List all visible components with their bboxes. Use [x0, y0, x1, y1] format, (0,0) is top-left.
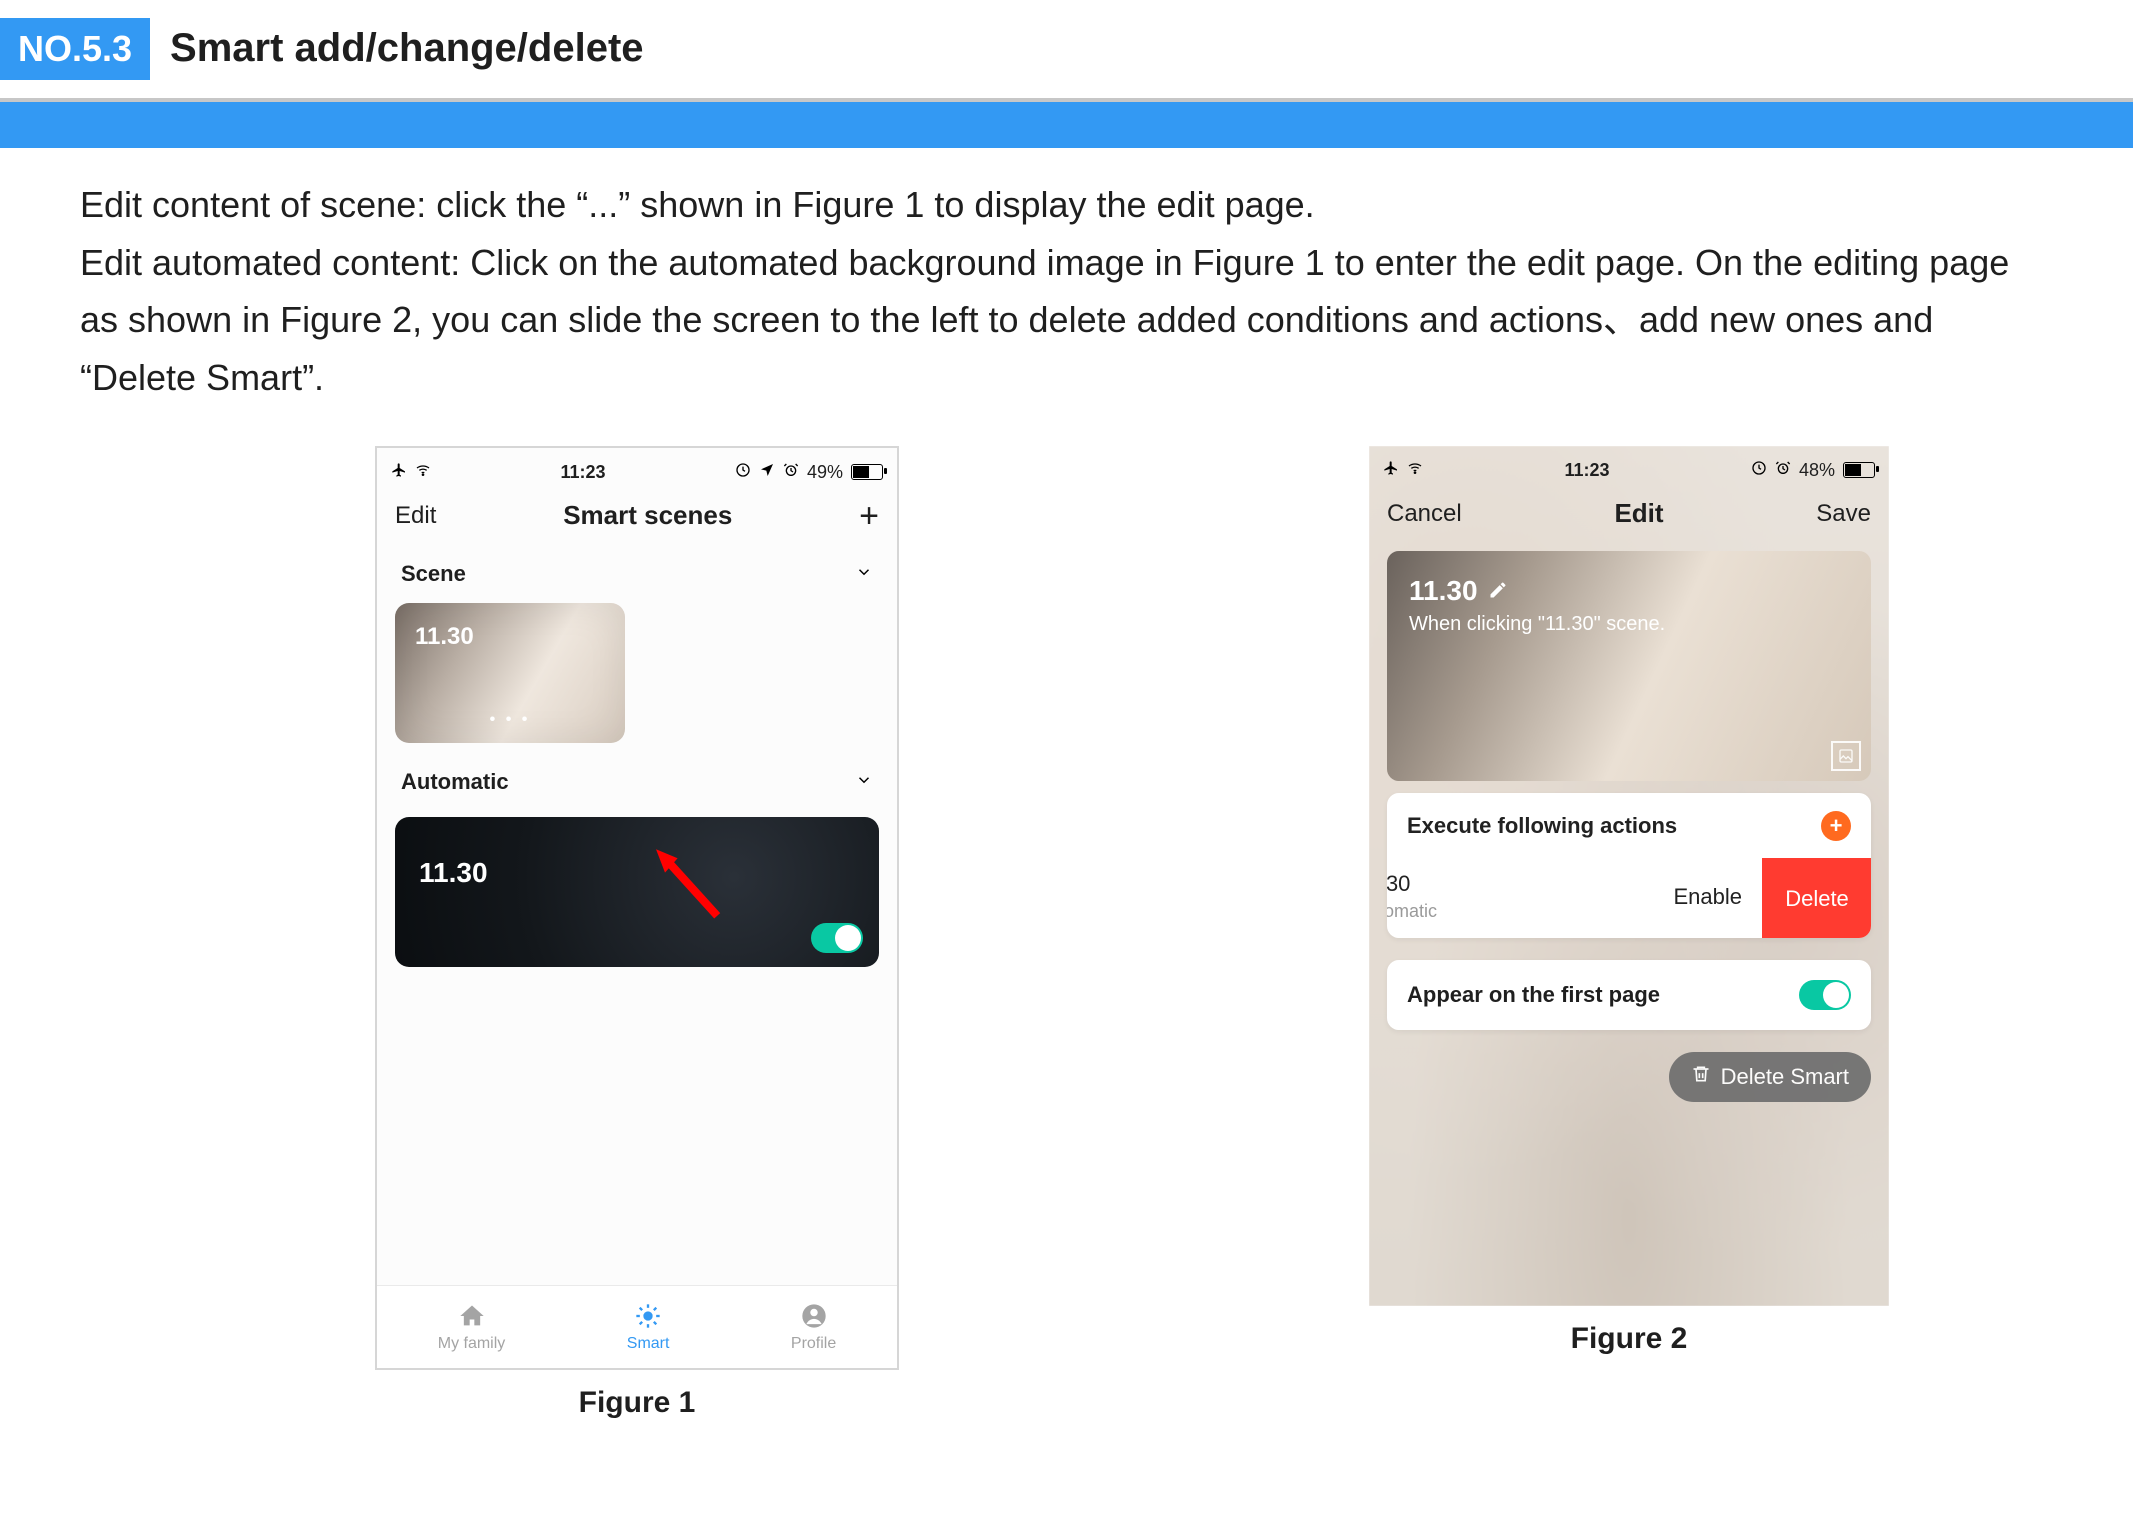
execute-actions-label: Execute following actions [1407, 813, 1677, 839]
figure-1-caption: Figure 1 [579, 1386, 696, 1420]
scene-name: 11.30 [1409, 575, 1478, 607]
home-icon [457, 1301, 487, 1331]
wifi-icon [1407, 460, 1423, 481]
profile-icon [799, 1301, 829, 1331]
chevron-down-icon[interactable] [855, 769, 873, 795]
delete-action-button[interactable]: Delete [1762, 858, 1871, 938]
tab-label: Smart [627, 1335, 670, 1353]
body-paragraph-2: Edit automated content: Click on the aut… [80, 234, 2053, 407]
tab-smart[interactable]: Smart [627, 1301, 670, 1353]
scene-name-row[interactable]: 11.30 [1409, 575, 1508, 607]
image-edit-icon[interactable] [1831, 741, 1861, 771]
figure-2: 11:23 48% [1369, 446, 1889, 1420]
cancel-button[interactable]: Cancel [1387, 500, 1462, 528]
scene-card[interactable]: 11.30 • • • [395, 603, 625, 743]
status-bar: 11:23 48% [1369, 446, 1889, 488]
trash-icon [1691, 1064, 1711, 1090]
airplane-icon [1383, 460, 1399, 481]
body-paragraph-1: Edit content of scene: click the “...” s… [80, 176, 2053, 234]
status-time: 11:23 [1564, 460, 1609, 481]
orientation-lock-icon [1751, 460, 1767, 481]
tab-profile[interactable]: Profile [791, 1301, 836, 1353]
add-action-button[interactable]: + [1821, 811, 1851, 841]
smart-icon [633, 1301, 663, 1331]
action-enable-label: Enable [1673, 884, 1742, 910]
phone-nav: Cancel Edit Save [1369, 488, 1889, 543]
appear-first-page-toggle[interactable] [1799, 980, 1851, 1010]
pencil-icon[interactable] [1488, 575, 1508, 607]
appear-first-page-card: Appear on the first page [1387, 960, 1871, 1030]
scene-hero-card[interactable]: 11.30 When clicking "11.30" scene. [1387, 551, 1871, 781]
scene-more-button[interactable]: • • • [490, 711, 531, 729]
status-time: 11:23 [560, 462, 605, 483]
battery-icon [851, 464, 883, 480]
section-badge: NO.5.3 [0, 18, 150, 80]
tab-bar: My family Smart Profile [377, 1285, 897, 1368]
tab-label: Profile [791, 1335, 836, 1353]
figure-2-caption: Figure 2 [1571, 1322, 1688, 1356]
battery-percent: 49% [807, 462, 843, 483]
nav-edit-button[interactable]: Edit [395, 502, 436, 530]
phone-2-frame: 11:23 48% [1369, 446, 1889, 1306]
battery-percent: 48% [1799, 460, 1835, 481]
action-subtitle: Automatic [1387, 901, 1437, 922]
save-button[interactable]: Save [1816, 500, 1871, 528]
scene-subtitle: When clicking "11.30" scene. [1409, 613, 1665, 636]
status-bar: 11:23 49% [377, 448, 897, 490]
nav-title: Edit [1614, 498, 1663, 529]
nav-title: Smart scenes [563, 500, 732, 531]
header-divider-bar [0, 98, 2133, 148]
phone-1-frame: 11:23 49% [375, 446, 899, 1370]
action-row[interactable]: 11.30 Automatic Enable Delete [1387, 859, 1871, 938]
orientation-lock-icon [735, 462, 751, 483]
chevron-down-icon[interactable] [855, 561, 873, 587]
scene-section-label: Scene [401, 561, 466, 587]
figure-1: 11:23 49% [375, 446, 899, 1420]
phone-nav: Edit Smart scenes + [377, 490, 897, 545]
automation-card[interactable]: 11.30 [395, 817, 879, 967]
automation-name: 11.30 [419, 857, 488, 889]
execute-actions-card: Execute following actions + 11.30 Automa… [1387, 793, 1871, 938]
tab-label: My family [438, 1335, 506, 1353]
body-text: Edit content of scene: click the “...” s… [0, 148, 2133, 406]
alarm-icon [783, 462, 799, 483]
delete-smart-label: Delete Smart [1721, 1064, 1849, 1090]
scene-name: 11.30 [415, 623, 474, 651]
action-title: 11.30 [1387, 871, 1437, 897]
section-title: Smart add/change/delete [170, 18, 643, 71]
appear-first-page-label: Appear on the first page [1407, 982, 1660, 1008]
battery-icon [1843, 462, 1875, 478]
automation-toggle[interactable] [811, 923, 863, 953]
add-scene-button[interactable]: + [859, 504, 879, 528]
location-icon [759, 462, 775, 483]
wifi-icon [415, 462, 431, 483]
automatic-section-label: Automatic [401, 769, 509, 795]
tab-my-family[interactable]: My family [438, 1301, 506, 1353]
delete-smart-button[interactable]: Delete Smart [1669, 1052, 1871, 1102]
airplane-icon [391, 462, 407, 483]
alarm-icon [1775, 460, 1791, 481]
